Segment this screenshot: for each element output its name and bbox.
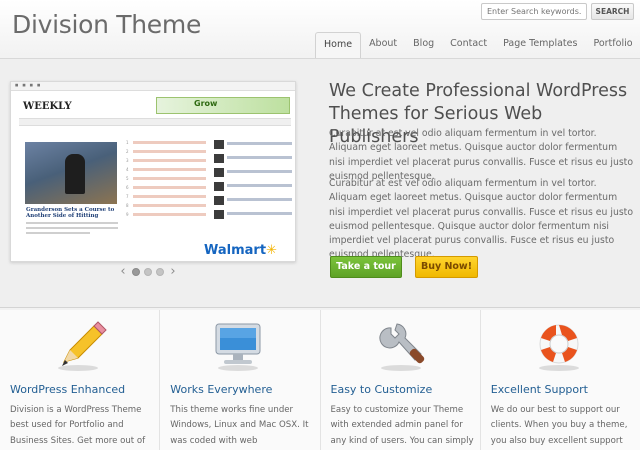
slide-text-block xyxy=(26,222,118,237)
slider-next-arrow[interactable]: › xyxy=(168,265,178,279)
buy-now-button[interactable]: Buy Now! xyxy=(415,256,478,278)
nav-about[interactable]: About xyxy=(361,32,405,58)
nav-portfolio[interactable]: Portfolio xyxy=(585,32,640,58)
nav-contact[interactable]: Contact xyxy=(442,32,495,58)
feature-description: We do our best to support our clients. W… xyxy=(490,405,628,446)
feature-description: Easy to customize your Theme with extend… xyxy=(330,405,474,446)
site-logo[interactable]: Division Theme xyxy=(12,10,201,39)
lifebuoy-icon xyxy=(538,324,579,371)
slide-screenshot[interactable]: ■ ■ ■ ■ WEEKLY Grow Granderson Sets a Cours… xyxy=(10,81,296,262)
feature-description: Division is a WordPress Theme best used … xyxy=(10,405,146,446)
slider-controls: ‹ › xyxy=(118,265,178,279)
slide-ad-banner: Grow xyxy=(156,97,290,114)
slide-headline: Granderson Sets a Course to Another Side… xyxy=(26,207,115,219)
slide-toolbar: ■ ■ ■ ■ xyxy=(11,82,295,91)
nav-home[interactable]: Home xyxy=(315,32,362,58)
nav-blog[interactable]: Blog xyxy=(405,32,442,58)
features-section: WordPress Enhanced Division is a WordPre… xyxy=(0,310,640,450)
slide-photo xyxy=(25,142,117,204)
feature-title[interactable]: Excellent Support xyxy=(491,383,588,396)
slider-prev-arrow[interactable]: ‹ xyxy=(118,265,128,279)
slide-nav-bar xyxy=(19,118,291,126)
feature-title[interactable]: Works Everywhere xyxy=(170,383,272,396)
main-nav: Home About Blog Contact Page Templates P… xyxy=(315,32,640,58)
slide-brand: WEEKLY xyxy=(23,101,72,112)
pencil-icon xyxy=(58,321,107,371)
hero-paragraph-1: Curabitur at est vel odio aliquam fermen… xyxy=(329,128,634,182)
feature-excellent-support: Excellent Support We do our best to supp… xyxy=(481,310,640,450)
wrench-icon xyxy=(378,323,424,371)
search-input[interactable] xyxy=(481,3,587,20)
feature-wordpress-enhanced: WordPress Enhanced Division is a WordPre… xyxy=(0,310,161,450)
feature-description: This theme works fine under Windows, Lin… xyxy=(170,405,309,446)
search-button[interactable]: SEARCH xyxy=(591,3,634,20)
nav-page-templates[interactable]: Page Templates xyxy=(495,32,585,58)
feature-easy-to-customize: Easy to Customize Easy to customize your… xyxy=(321,310,481,450)
feature-title[interactable]: Easy to Customize xyxy=(331,383,433,396)
slide-popular-list xyxy=(214,140,292,224)
hero-paragraph-2: Curabitur at est vel odio aliquam fermen… xyxy=(329,178,634,261)
take-a-tour-button[interactable]: Take a tour xyxy=(330,256,402,278)
slider-dot-2[interactable] xyxy=(144,268,152,276)
site-header: Division Theme SEARCH Home About Blog Co… xyxy=(0,0,640,60)
slide-news-list: 1 2 3 4 5 6 7 8 9 xyxy=(126,140,206,221)
monitor-icon xyxy=(215,323,261,371)
feature-title[interactable]: WordPress Enhanced xyxy=(10,383,125,396)
slider-dot-3[interactable] xyxy=(156,268,164,276)
walmart-logo: Walmart✳ xyxy=(204,243,277,258)
feature-works-everywhere: Works Everywhere This theme works fine u… xyxy=(160,310,321,450)
slider-dot-1[interactable] xyxy=(132,268,140,276)
